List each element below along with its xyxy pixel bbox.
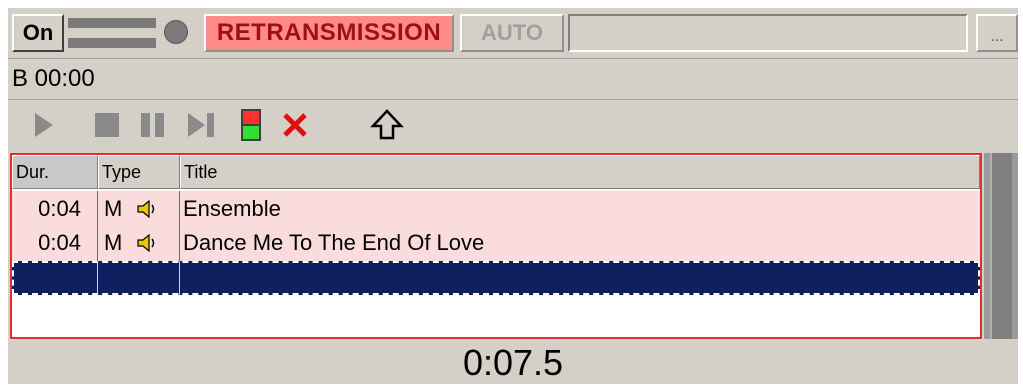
play-icon	[35, 113, 53, 137]
next-button[interactable]	[180, 104, 222, 146]
time-row: B 00:00	[8, 58, 1018, 100]
transport-toolbar	[8, 100, 1018, 150]
type-cell: M	[98, 191, 180, 227]
column-separator	[97, 261, 98, 295]
next-icon	[188, 113, 214, 137]
speaker-icon	[136, 232, 158, 254]
elapsed-clock: 0:07.5	[462, 342, 564, 383]
delete-icon	[283, 113, 307, 137]
table-header: Dur. Type Title	[12, 155, 980, 189]
top-bar: On RETRANSMISSION AUTO ...	[8, 8, 1018, 58]
status-field	[568, 14, 968, 52]
retransmission-button[interactable]: RETRANSMISSION	[204, 14, 454, 52]
vertical-scrollbar[interactable]	[984, 153, 1018, 339]
table-row[interactable]: 0:04 M Ensemble	[12, 191, 980, 227]
selected-empty-row[interactable]	[12, 261, 980, 295]
more-button[interactable]: ...	[976, 14, 1018, 52]
level-meter	[68, 14, 156, 52]
column-header-title[interactable]: Title	[180, 155, 980, 189]
column-header-duration[interactable]: Dur.	[12, 155, 98, 189]
type-label: M	[104, 230, 123, 255]
duration-cell: 0:04	[12, 191, 98, 227]
player-window: On RETRANSMISSION AUTO ... B 00:00 Dur. …	[8, 8, 1018, 384]
playlist-table[interactable]: Dur. Type Title 0:04 M Ensemble 0:04 M D	[10, 153, 982, 339]
level-meter-bar-left	[68, 18, 156, 28]
speaker-icon	[136, 198, 158, 220]
scrollbar-thumb[interactable]	[990, 153, 1012, 339]
title-cell: Ensemble	[183, 196, 281, 221]
play-button[interactable]	[22, 104, 64, 146]
stop-button[interactable]	[86, 104, 128, 146]
column-header-type[interactable]: Type	[98, 155, 180, 189]
up-arrow-icon	[370, 109, 404, 140]
title-cell: Dance Me To The End Of Love	[183, 230, 485, 255]
move-up-button[interactable]	[366, 104, 408, 146]
type-label: M	[104, 196, 123, 221]
traffic-light-icon	[241, 109, 261, 141]
delete-button[interactable]	[274, 104, 316, 146]
stop-icon	[95, 113, 119, 137]
column-separator	[179, 261, 180, 295]
pause-icon	[141, 113, 164, 137]
traffic-light-button[interactable]	[230, 104, 272, 146]
auto-button[interactable]: AUTO	[460, 14, 564, 52]
type-cell: M	[98, 225, 180, 261]
pause-button[interactable]	[132, 104, 174, 146]
level-meter-bar-right	[68, 38, 156, 48]
duration-cell: 0:04	[12, 225, 98, 261]
on-button[interactable]: On	[12, 14, 64, 52]
time-readout: B 00:00	[12, 65, 95, 92]
table-row[interactable]: 0:04 M Dance Me To The End Of Love	[12, 225, 980, 261]
status-led	[164, 20, 188, 44]
